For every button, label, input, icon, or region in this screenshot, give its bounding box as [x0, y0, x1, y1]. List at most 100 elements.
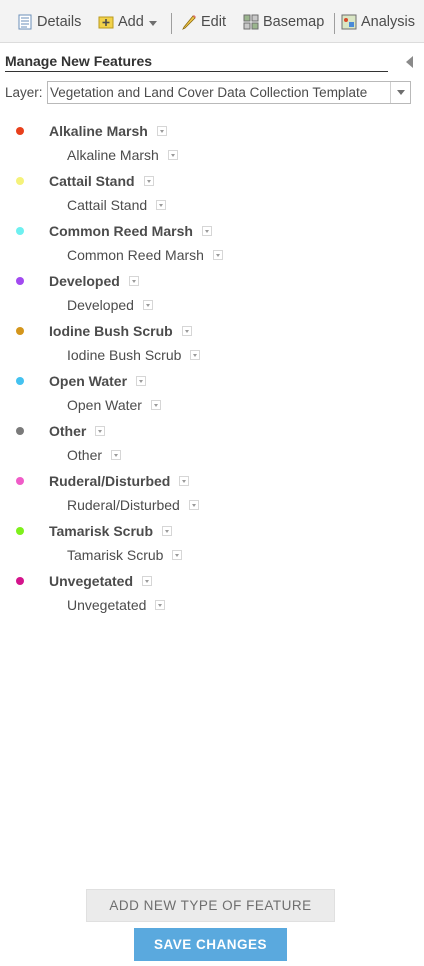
feature-type-label: Tamarisk Scrub [49, 523, 154, 539]
symbol-dot-icon [16, 377, 24, 385]
feature-template-label: Cattail Stand [67, 197, 148, 213]
chevron-down-icon[interactable] [190, 350, 201, 360]
feature-type-name[interactable]: Iodine Bush Scrub [49, 323, 192, 339]
add-icon [98, 14, 114, 30]
symbol-dot-icon [16, 327, 24, 335]
edit-button[interactable]: Edit [181, 12, 226, 32]
chevron-down-icon[interactable] [201, 226, 212, 236]
feature-type-item: Alkaline Marsh Alkaline Marsh [0, 118, 424, 168]
feature-template-label: Iodine Bush Scrub [67, 347, 182, 363]
chevron-down-icon[interactable] [167, 150, 178, 160]
chevron-down-icon[interactable] [162, 526, 173, 536]
feature-template-label: Developed [67, 297, 134, 313]
chevron-down-icon[interactable] [128, 276, 139, 286]
basemap-label: Basemap [263, 14, 325, 30]
layer-select[interactable]: Vegetation and Land Cover Data Collectio… [47, 81, 411, 104]
feature-type-label: Open Water [49, 373, 128, 389]
feature-type-label: Common Reed Marsh [49, 223, 193, 239]
symbol-dot-icon [16, 227, 24, 235]
feature-type-name[interactable]: Tamarisk Scrub [49, 523, 173, 539]
symbol-dot-icon [16, 277, 24, 285]
feature-template-label: Ruderal/Disturbed [67, 497, 180, 513]
feature-template-name[interactable]: Other [67, 447, 122, 463]
feature-template-name[interactable]: Unvegetated [67, 597, 166, 613]
chevron-down-icon[interactable] [155, 600, 166, 610]
feature-type-list: Alkaline Marsh Alkaline Marsh Cattail St… [0, 118, 424, 618]
feature-template-label: Alkaline Marsh [67, 147, 159, 163]
chevron-down-icon [148, 21, 157, 26]
chevron-down-icon[interactable] [142, 300, 153, 310]
chevron-down-icon[interactable] [136, 376, 147, 386]
analysis-label: Analysis [361, 14, 415, 30]
chevron-down-icon[interactable] [181, 326, 192, 336]
analysis-button[interactable]: Analysis [341, 12, 415, 32]
feature-type-item: Common Reed Marsh Common Reed Marsh [0, 218, 424, 268]
feature-template-label: Other [67, 447, 103, 463]
feature-type-name[interactable]: Open Water [49, 373, 147, 389]
feature-type-name[interactable]: Ruderal/Disturbed [49, 473, 190, 489]
feature-template-name[interactable]: Ruderal/Disturbed [67, 497, 199, 513]
chevron-down-icon[interactable] [156, 126, 167, 136]
feature-type-label: Other [49, 423, 87, 439]
chevron-down-icon [396, 90, 405, 95]
feature-template-name[interactable]: Developed [67, 297, 153, 313]
feature-type-label: Alkaline Marsh [49, 123, 148, 139]
feature-type-item: Ruderal/Disturbed Ruderal/Disturbed [0, 468, 424, 518]
feature-type-item: Other Other [0, 418, 424, 468]
symbol-dot-icon [16, 427, 24, 435]
toolbar-divider [334, 13, 335, 34]
feature-type-label: Ruderal/Disturbed [49, 473, 171, 489]
collapse-arrow-icon[interactable] [406, 56, 413, 68]
chevron-down-icon[interactable] [212, 250, 223, 260]
feature-template-name[interactable]: Tamarisk Scrub [67, 547, 183, 563]
feature-type-name[interactable]: Unvegetated [49, 573, 153, 589]
chevron-down-icon[interactable] [111, 450, 122, 460]
feature-template-label: Common Reed Marsh [67, 247, 204, 263]
feature-type-item: Open Water Open Water [0, 368, 424, 418]
feature-type-name[interactable]: Cattail Stand [49, 173, 154, 189]
edit-label: Edit [201, 14, 226, 30]
symbol-dot-icon [16, 127, 24, 135]
feature-template-name[interactable]: Open Water [67, 397, 161, 413]
chevron-down-icon[interactable] [150, 400, 161, 410]
details-button[interactable]: Details [17, 12, 81, 32]
feature-type-name[interactable]: Alkaline Marsh [49, 123, 167, 139]
toolbar-divider [171, 13, 172, 34]
chevron-down-icon[interactable] [143, 176, 154, 186]
feature-type-item: Developed Developed [0, 268, 424, 318]
feature-template-label: Tamarisk Scrub [67, 547, 164, 563]
chevron-down-icon[interactable] [95, 426, 106, 436]
chevron-down-icon[interactable] [142, 576, 153, 586]
symbol-dot-icon [16, 527, 24, 535]
feature-type-label: Developed [49, 273, 120, 289]
details-label: Details [37, 14, 82, 30]
add-button[interactable]: Add [98, 12, 157, 32]
symbol-dot-icon [16, 177, 24, 185]
layer-dropdown-button[interactable] [390, 82, 410, 103]
add-new-type-button[interactable]: ADD NEW TYPE OF FEATURE [86, 889, 335, 922]
feature-type-name[interactable]: Common Reed Marsh [49, 223, 212, 239]
feature-type-label: Cattail Stand [49, 173, 135, 189]
save-changes-button[interactable]: SAVE CHANGES [134, 928, 287, 961]
basemap-button[interactable]: Basemap [243, 12, 324, 32]
feature-type-label: Iodine Bush Scrub [49, 323, 173, 339]
feature-type-item: Unvegetated Unvegetated [0, 568, 424, 618]
chevron-down-icon[interactable] [188, 500, 199, 510]
toolbar: Details Add Edit Basemap Analysis [0, 0, 424, 43]
feature-type-item: Tamarisk Scrub Tamarisk Scrub [0, 518, 424, 568]
feature-template-name[interactable]: Alkaline Marsh [67, 147, 178, 163]
chevron-down-icon[interactable] [156, 200, 167, 210]
pencil-icon [181, 14, 197, 30]
chevron-down-icon[interactable] [172, 550, 183, 560]
chevron-down-icon[interactable] [179, 476, 190, 486]
feature-type-label: Unvegetated [49, 573, 134, 589]
feature-template-name[interactable]: Iodine Bush Scrub [67, 347, 201, 363]
feature-template-name[interactable]: Common Reed Marsh [67, 247, 223, 263]
panel-title: Manage New Features [5, 53, 153, 69]
feature-type-item: Cattail Stand Cattail Stand [0, 168, 424, 218]
feature-type-name[interactable]: Other [49, 423, 106, 439]
feature-template-name[interactable]: Cattail Stand [67, 197, 167, 213]
details-icon [17, 14, 33, 30]
symbol-dot-icon [16, 577, 24, 585]
feature-type-name[interactable]: Developed [49, 273, 139, 289]
